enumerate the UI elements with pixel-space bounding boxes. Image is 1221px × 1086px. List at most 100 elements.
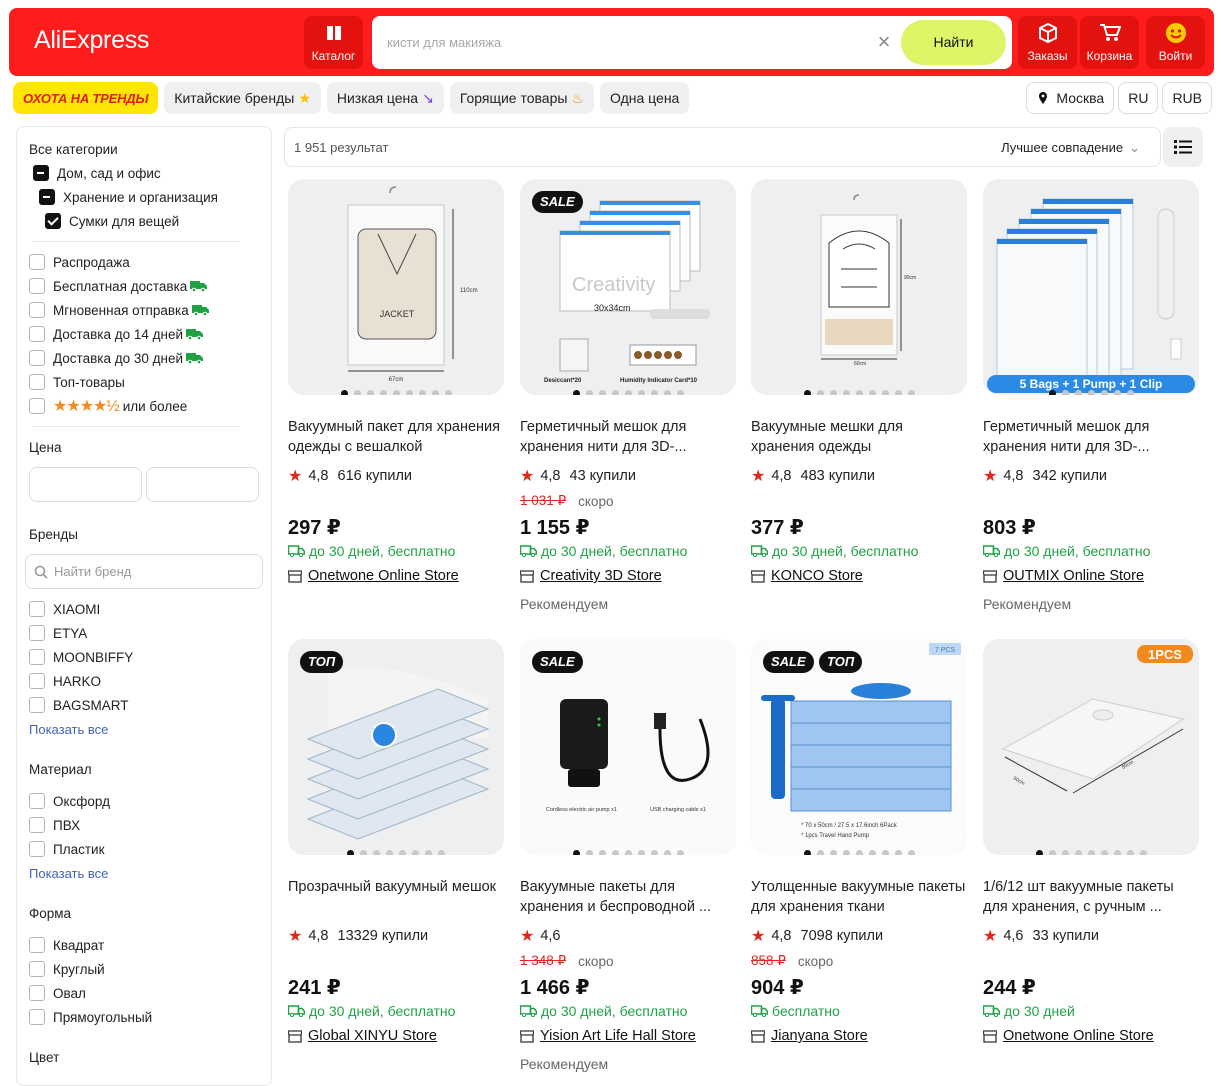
- product-card[interactable]: 60cm 80cm 1PCS 1/6/12 шт вакуумные пакет…: [983, 639, 1199, 1049]
- filter-instant-shipping[interactable]: Мгновенная отправка: [29, 298, 259, 322]
- product-card[interactable]: 7 PCS * 70 x 50cm / 27.5 x 17.6inch 6Pac…: [751, 639, 967, 1049]
- checkbox-partial[interactable]: [39, 189, 55, 205]
- filter-sale[interactable]: Распродажа: [29, 250, 259, 274]
- store-link[interactable]: Onetwone Online Store: [288, 563, 504, 589]
- search-input[interactable]: [387, 30, 857, 54]
- material-show-all-link[interactable]: Показать все: [29, 861, 259, 885]
- store-link[interactable]: Onetwone Online Store: [983, 1023, 1199, 1049]
- chip-trends[interactable]: ОХОТА НА ТРЕНДЫ: [13, 82, 159, 114]
- product-image[interactable]: ТОП: [288, 639, 504, 855]
- product-title[interactable]: Вакуумные пакеты для хранения и беспрово…: [520, 877, 736, 917]
- checkbox[interactable]: [29, 793, 45, 809]
- checkbox[interactable]: [29, 841, 45, 857]
- shape-rectangular[interactable]: Прямоугольный: [29, 1005, 259, 1029]
- checkbox[interactable]: [29, 817, 45, 833]
- store-link[interactable]: Creativity 3D Store: [520, 563, 736, 589]
- product-image[interactable]: Creativity 30x34cm Desiccant*20 Humidity…: [520, 179, 736, 395]
- brand-search-input[interactable]: Найти бренд: [25, 554, 263, 589]
- checkbox[interactable]: [29, 601, 45, 617]
- shape-square[interactable]: Квадрат: [29, 933, 259, 957]
- cart-button[interactable]: Корзина: [1080, 16, 1139, 69]
- price-min-input[interactable]: [29, 467, 142, 502]
- product-title[interactable]: Герметичный мешок для хранения нити для …: [520, 417, 736, 457]
- checkbox[interactable]: [29, 961, 45, 977]
- checkbox[interactable]: [29, 673, 45, 689]
- chip-low-price[interactable]: Низкая цена ↘: [326, 82, 444, 114]
- product-card[interactable]: 90cm 60cm Вакуумные мешки для хранения о…: [751, 179, 967, 589]
- product-card[interactable]: Cordless electric air pump x1 USB chargi…: [520, 639, 736, 1075]
- list-view-button[interactable]: [1163, 127, 1203, 167]
- filter-top-items[interactable]: Топ-товары: [29, 370, 259, 394]
- image-carousel-dots[interactable]: [520, 390, 736, 395]
- store-link[interactable]: Global XINYU Store: [288, 1023, 504, 1049]
- checkbox[interactable]: [29, 697, 45, 713]
- all-categories-link[interactable]: Все категории: [29, 137, 259, 161]
- shape-round[interactable]: Круглый: [29, 957, 259, 981]
- product-image[interactable]: JACKET 110cm 67cm: [288, 179, 504, 395]
- language-button[interactable]: RU: [1118, 82, 1159, 114]
- currency-button[interactable]: RUB: [1162, 82, 1212, 114]
- product-title[interactable]: Вакуумные мешки для хранения одежды: [751, 417, 967, 457]
- store-link[interactable]: OUTMIX Online Store: [983, 563, 1199, 589]
- checkbox-partial[interactable]: [33, 165, 49, 181]
- chip-chinese-brands[interactable]: Китайские бренды ★: [164, 82, 321, 114]
- checkbox[interactable]: [29, 254, 45, 270]
- chip-one-price[interactable]: Одна цена: [600, 82, 690, 114]
- checkbox[interactable]: [29, 937, 45, 953]
- brand-etya[interactable]: ETYA: [29, 621, 259, 645]
- checkbox[interactable]: [29, 374, 45, 390]
- checkbox[interactable]: [29, 625, 45, 641]
- image-carousel-dots[interactable]: [288, 390, 504, 395]
- filter-delivery-14[interactable]: Доставка до 14 дней: [29, 322, 259, 346]
- checkbox[interactable]: [29, 985, 45, 1001]
- aliexpress-logo[interactable]: AliExpress: [34, 26, 149, 55]
- clear-search-icon[interactable]: ×: [872, 30, 896, 54]
- checkbox[interactable]: [29, 350, 45, 366]
- store-link[interactable]: Jianyana Store: [751, 1023, 967, 1049]
- image-carousel-dots[interactable]: [983, 390, 1199, 395]
- sort-dropdown[interactable]: Лучшее совпадение ⌄: [1001, 140, 1140, 156]
- category-storage[interactable]: Хранение и организация: [29, 185, 259, 209]
- brand-moonbiffy[interactable]: MOONBIFFY: [29, 645, 259, 669]
- product-title[interactable]: Герметичный мешок для хранения нити для …: [983, 417, 1199, 457]
- catalog-button[interactable]: Каталог: [304, 16, 363, 69]
- product-image[interactable]: 5 Bags + 1 Pump + 1 Clip: [983, 179, 1199, 395]
- shape-oval[interactable]: Овал: [29, 981, 259, 1005]
- product-card[interactable]: ТОП Прозрачный вакуумный мешок ★ 4,8 13329…: [288, 639, 504, 1049]
- image-carousel-dots[interactable]: [983, 850, 1199, 855]
- product-image[interactable]: 60cm 80cm 1PCS: [983, 639, 1199, 855]
- product-title[interactable]: 1/6/12 шт вакуумные пакеты для хранения,…: [983, 877, 1199, 917]
- chip-hot-items[interactable]: Горящие товары ♨: [449, 82, 595, 114]
- checkbox[interactable]: [29, 302, 45, 318]
- material-plastic[interactable]: Пластик: [29, 837, 259, 861]
- brands-show-all-link[interactable]: Показать все: [29, 717, 259, 741]
- category-home-garden[interactable]: Дом, сад и офис: [29, 161, 259, 185]
- checkbox[interactable]: [29, 649, 45, 665]
- location-button[interactable]: Москва: [1026, 82, 1115, 114]
- price-max-input[interactable]: [146, 467, 259, 502]
- brand-harko[interactable]: HARKO: [29, 669, 259, 693]
- filter-free-delivery[interactable]: Бесплатная доставка: [29, 274, 259, 298]
- image-carousel-dots[interactable]: [751, 390, 967, 395]
- checkbox[interactable]: [29, 326, 45, 342]
- store-link[interactable]: Yision Art Life Hall Store: [520, 1023, 736, 1049]
- product-image[interactable]: 7 PCS * 70 x 50cm / 27.5 x 17.6inch 6Pac…: [751, 639, 967, 855]
- orders-button[interactable]: Заказы: [1018, 16, 1077, 69]
- login-button[interactable]: Войти: [1146, 16, 1205, 69]
- store-link[interactable]: KONCO Store: [751, 563, 967, 589]
- product-image[interactable]: Cordless electric air pump x1 USB chargi…: [520, 639, 736, 855]
- image-carousel-dots[interactable]: [751, 850, 967, 855]
- material-oxford[interactable]: Оксфорд: [29, 789, 259, 813]
- product-title[interactable]: Вакуумный пакет для хранения одежды с ве…: [288, 417, 504, 457]
- product-image[interactable]: 90cm 60cm: [751, 179, 967, 395]
- product-card[interactable]: 5 Bags + 1 Pump + 1 Clip Герметичный меш…: [983, 179, 1199, 615]
- product-title[interactable]: Утолщенные вакуумные пакеты для хранения…: [751, 877, 967, 917]
- category-storage-bags[interactable]: Сумки для вещей: [29, 209, 259, 233]
- brand-bagsmart[interactable]: BAGSMART: [29, 693, 259, 717]
- image-carousel-dots[interactable]: [288, 850, 504, 855]
- checkbox[interactable]: [29, 398, 45, 414]
- filter-rating[interactable]: ★★★★½ или более: [29, 394, 259, 418]
- product-title[interactable]: Прозрачный вакуумный мешок: [288, 877, 504, 917]
- brand-xiaomi[interactable]: XIAOMI: [29, 597, 259, 621]
- product-card[interactable]: JACKET 110cm 67cm Вакуумный пакет для хр…: [288, 179, 504, 589]
